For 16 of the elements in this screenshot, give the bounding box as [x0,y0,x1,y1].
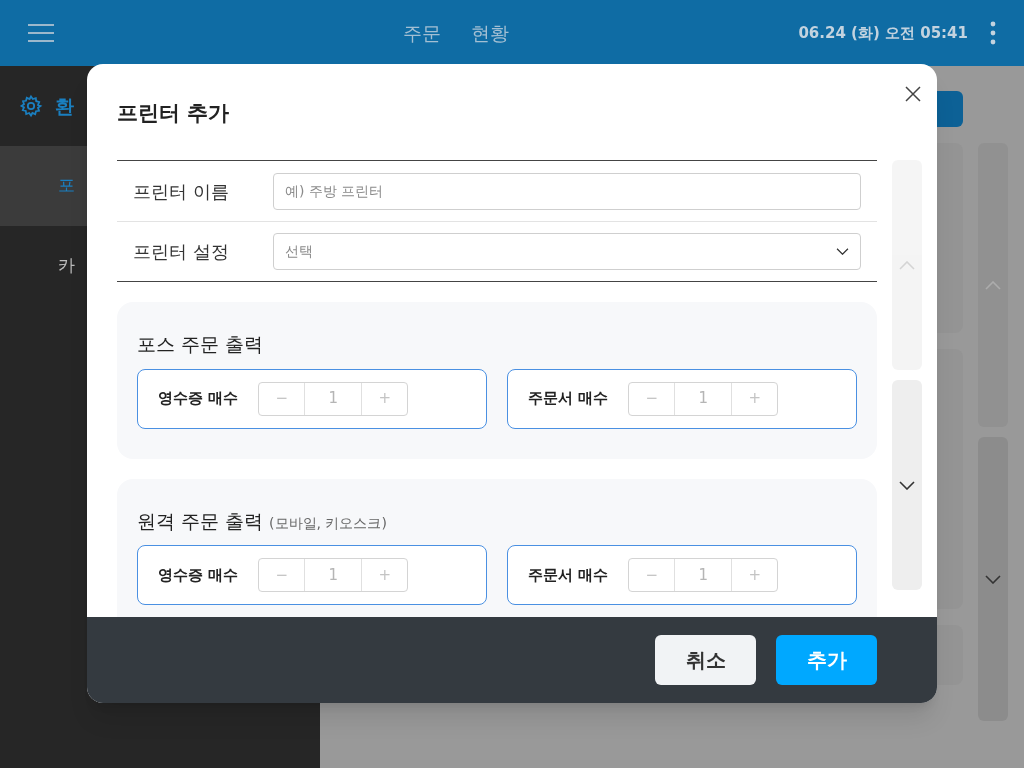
section-title: 원격 주문 출력 [137,508,264,534]
section-note: (모바일, 키오스크) [269,513,387,533]
field-label: 프린터 이름 [132,179,230,204]
count-value: 1 [327,388,339,410]
count-value: 1 [697,388,709,410]
counter-label: 영수증 매수 [158,388,239,410]
field-label: 프린터 설정 [132,240,230,264]
counter-label: 주문서 매수 [528,388,609,410]
count-value: 1 [327,564,339,586]
count-value: 1 [697,564,709,586]
counter-label: 주문서 매수 [528,564,609,586]
sidebar-title: 환 [55,93,74,119]
dialog-title: 프린터 추가 [117,100,230,127]
section-title: 포스 주문 출력 [137,332,264,357]
date-time: 06.24 (화) 오전 05:41 [798,22,968,44]
counter-label: 영수증 매수 [158,564,239,586]
